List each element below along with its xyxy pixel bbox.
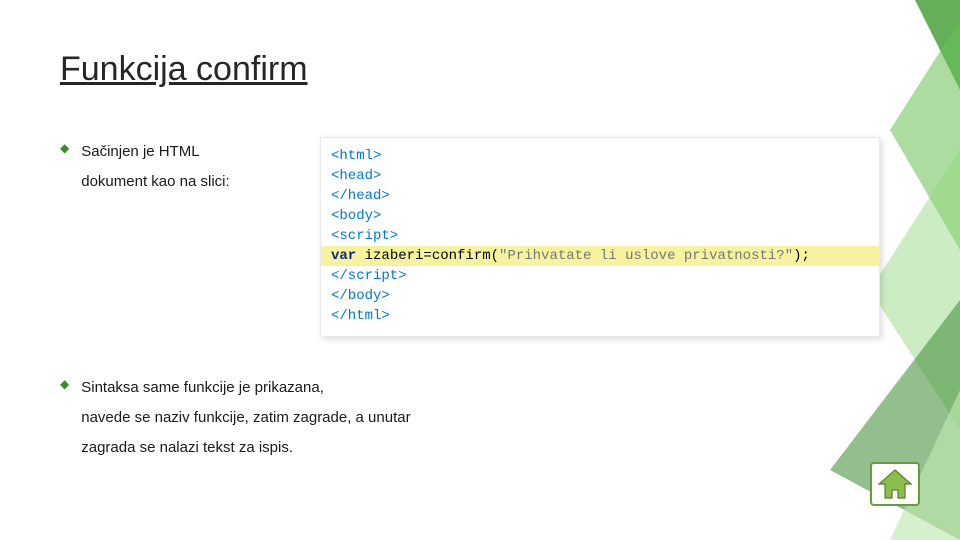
code-text: izaberi=confirm <box>356 248 490 264</box>
code-line: </body> <box>331 288 390 304</box>
slide-title: Funkcija confirm <box>60 50 910 89</box>
code-line: </script> <box>331 268 407 284</box>
code-text: ( <box>491 248 499 264</box>
code-string: "Prihvatate li uslove privatnosti?" <box>499 248 793 264</box>
code-snippet: <html> <head> </head> <body> <script> va… <box>320 137 880 337</box>
code-line: <head> <box>331 168 381 184</box>
code-line: <body> <box>331 208 381 224</box>
bullet-item-2: ◆ Sintaksa same funkcije je prikazana, n… <box>60 373 910 463</box>
code-line: </html> <box>331 308 390 324</box>
diamond-icon: ◆ <box>60 137 69 197</box>
code-keyword: var <box>331 248 356 264</box>
bullet-text: Sačinjen je HTML dokument kao na slici: <box>81 137 229 197</box>
code-line: </head> <box>331 188 390 204</box>
bullet-line: Sintaksa same funkcije je prikazana, <box>81 379 324 396</box>
bullet-text: Sintaksa same funkcije je prikazana, nav… <box>81 373 410 463</box>
code-text: ); <box>793 248 810 264</box>
code-line-highlighted: var izaberi=confirm("Prihvatate li uslov… <box>321 246 879 266</box>
home-icon <box>870 462 920 506</box>
bullet-line: dokument kao na slici: <box>81 173 229 190</box>
slide: Funkcija confirm ◆ Sačinjen je HTML doku… <box>0 0 960 540</box>
home-button[interactable] <box>870 462 920 506</box>
bullet-line: navede se naziv funkcije, zatim zagrade,… <box>81 409 410 426</box>
diamond-icon: ◆ <box>60 373 69 463</box>
code-line: <html> <box>331 148 381 164</box>
code-line: <script> <box>331 228 398 244</box>
bullet-line: Sačinjen je HTML <box>81 143 199 160</box>
bullet-line: zagrada se nalazi tekst za ispis. <box>81 439 293 456</box>
content-row: ◆ Sačinjen je HTML dokument kao na slici… <box>60 137 910 337</box>
bullet-item-1: ◆ Sačinjen je HTML dokument kao na slici… <box>60 137 290 197</box>
